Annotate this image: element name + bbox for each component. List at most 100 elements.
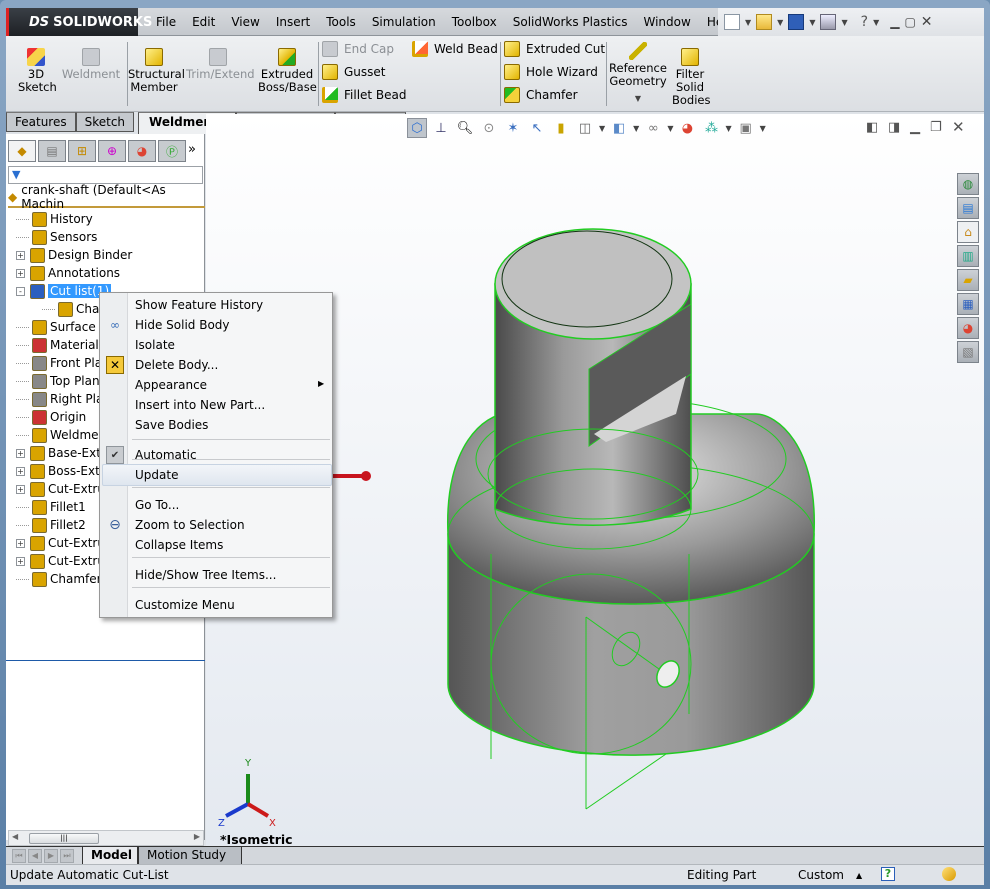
units-arrow-icon[interactable]: ▲ xyxy=(856,871,862,880)
menu-item-delete-body[interactable]: Delete Body... xyxy=(135,355,218,375)
dimxpert-manager-tab[interactable]: ⊕ xyxy=(98,140,126,162)
maximize-button[interactable]: ▢ xyxy=(904,15,915,29)
zoom-to-fit-icon[interactable]: 🔍︎ xyxy=(455,118,475,138)
crank-shaft-model[interactable] xyxy=(447,228,815,810)
menu-item-collapse-items[interactable]: Collapse Items xyxy=(135,535,223,555)
display-manager-tab[interactable]: ◕ xyxy=(128,140,156,162)
prev-tab-icon[interactable]: ◀ xyxy=(28,849,42,863)
edit-appearance-icon[interactable]: ◕ xyxy=(677,118,697,138)
tab-features[interactable]: Features xyxy=(6,112,76,132)
last-tab-icon[interactable]: ⏭ xyxy=(60,849,74,863)
display-style-icon[interactable]: ◧ xyxy=(609,118,629,138)
gusset-button[interactable]: Gusset xyxy=(322,64,386,80)
expand-icon[interactable]: + xyxy=(16,448,25,458)
first-tab-icon[interactable]: ⏮ xyxy=(12,849,26,863)
menu-view[interactable]: View xyxy=(223,15,267,29)
menu-item-update[interactable]: Update xyxy=(135,465,178,485)
expand-icon[interactable]: + xyxy=(16,466,25,476)
previous-view-icon[interactable]: ✶ xyxy=(503,118,523,138)
expand-icon[interactable]: + xyxy=(16,250,25,260)
weldment-button[interactable]: Weldment xyxy=(61,48,121,81)
home-icon[interactable]: ⌂ xyxy=(957,221,979,243)
tree-horizontal-scrollbar[interactable]: ◀ ||| ▶ xyxy=(8,830,204,846)
tab-model[interactable]: Model xyxy=(82,847,138,865)
tile-right-icon[interactable]: ◨ xyxy=(888,120,900,135)
open-dropdown[interactable]: ▼ xyxy=(777,18,783,27)
print-dropdown[interactable]: ▼ xyxy=(841,18,847,27)
dynamic-annotation-icon[interactable]: ▮ xyxy=(551,118,571,138)
scroll-left-icon[interactable]: ◀ xyxy=(12,832,18,841)
menu-item-customize-menu[interactable]: Customize Menu xyxy=(135,595,235,615)
zoom-to-area-icon[interactable]: ⊙ xyxy=(479,118,499,138)
view-settings-icon[interactable]: ◫ xyxy=(575,118,595,138)
view-palette-icon[interactable]: ▦ xyxy=(957,293,979,315)
tab-motion-study-1[interactable]: Motion Study 1 xyxy=(138,847,242,879)
minimize-button[interactable]: ▁ xyxy=(890,15,899,29)
tree-item[interactable]: + Annotations xyxy=(16,264,120,282)
filter-solid-bodies-button[interactable]: Filter Solid Bodies xyxy=(672,48,711,107)
solidworks-logo[interactable]: DS SOLIDWORKS xyxy=(6,8,152,36)
expand-icon[interactable]: + xyxy=(16,484,25,494)
hide-show-items-icon[interactable]: ∞ xyxy=(643,118,663,138)
tree-item[interactable]: History xyxy=(16,210,93,228)
units-selector[interactable]: Custom xyxy=(798,868,844,882)
3d-sketch-button[interactable]: 3D Sketch xyxy=(18,48,57,94)
menu-file[interactable]: File xyxy=(148,15,184,29)
menu-window[interactable]: Window xyxy=(636,15,699,29)
menu-item-appearance[interactable]: Appearance xyxy=(135,375,207,395)
fillet-bead-button[interactable]: Fillet Bead xyxy=(322,87,407,103)
print-icon[interactable] xyxy=(820,14,837,30)
tile-left-icon[interactable]: ◧ xyxy=(866,120,878,135)
tab-sketch[interactable]: Sketch xyxy=(75,112,135,132)
menu-solidworks-plastics[interactable]: SolidWorks Plastics xyxy=(505,15,636,29)
menu-toolbox[interactable]: Toolbox xyxy=(444,15,505,29)
menu-item-insert-into-new-part[interactable]: Insert into New Part... xyxy=(135,395,265,415)
quick-tips-icon[interactable]: ? xyxy=(881,867,895,881)
collapse-icon[interactable]: - xyxy=(16,286,25,296)
tree-filter[interactable]: ▼ xyxy=(8,166,203,184)
new-dropdown[interactable]: ▼ xyxy=(745,18,751,27)
open-icon[interactable] xyxy=(756,14,773,30)
chevron-down-icon[interactable]: ▼ xyxy=(725,124,731,133)
save-icon[interactable] xyxy=(788,14,805,30)
tree-item[interactable]: Fillet2 xyxy=(16,516,86,534)
design-library-icon[interactable]: ▥ xyxy=(957,245,979,267)
extruded-cut-button[interactable]: Extruded Cut xyxy=(504,41,605,57)
tree-root-part[interactable]: ◆ crank-shaft (Default<As Machin xyxy=(8,183,205,211)
menu-item-hide-solid-body[interactable]: Hide Solid Body xyxy=(135,315,230,335)
chevron-down-icon[interactable]: ▼ xyxy=(599,124,605,133)
community-forum-icon[interactable]: ▤ xyxy=(957,197,979,219)
more-tabs-icon[interactable]: » xyxy=(188,142,196,157)
tree-item[interactable]: + Design Binder xyxy=(16,246,132,264)
next-tab-icon[interactable]: ▶ xyxy=(44,849,58,863)
file-explorer-icon[interactable]: ▰ xyxy=(957,269,979,291)
view-setting-monitor-icon[interactable]: ▣ xyxy=(736,118,756,138)
expand-icon[interactable]: + xyxy=(16,556,25,566)
menu-item-automatic[interactable]: Automatic xyxy=(135,445,197,465)
menu-item-show-feature-history[interactable]: Show Feature History xyxy=(135,295,263,315)
tree-item[interactable]: Top Plane xyxy=(16,372,107,390)
structural-member-button[interactable]: Structural Member xyxy=(128,48,185,94)
scroll-right-icon[interactable]: ▶ xyxy=(194,832,200,841)
menu-tools[interactable]: Tools xyxy=(318,15,364,29)
chevron-down-icon[interactable]: ▼ xyxy=(608,92,668,105)
trim-extend-button[interactable]: Trim/Extend xyxy=(186,48,255,81)
view-orientation-icon[interactable]: ⬡ xyxy=(407,118,427,138)
solidworks-resources-icon[interactable]: ◍ xyxy=(957,173,979,195)
hole-wizard-button[interactable]: Hole Wizard xyxy=(504,64,598,80)
expand-icon[interactable]: + xyxy=(16,268,25,278)
menu-item-isolate[interactable]: Isolate xyxy=(135,335,175,355)
scroll-thumb[interactable]: ||| xyxy=(29,833,99,844)
menu-item-go-to[interactable]: Go To... xyxy=(135,495,179,515)
plastics-manager-tab[interactable]: Ⓟ xyxy=(158,140,186,162)
end-cap-button[interactable]: End Cap xyxy=(322,41,394,57)
expand-icon[interactable]: + xyxy=(16,538,25,548)
new-document-icon[interactable] xyxy=(724,14,740,30)
menu-insert[interactable]: Insert xyxy=(268,15,318,29)
chamfer-button[interactable]: Chamfer xyxy=(504,87,578,103)
menu-item-hide-show-tree-items[interactable]: Hide/Show Tree Items... xyxy=(135,565,276,585)
close-button[interactable]: ✕ xyxy=(921,14,933,30)
help-dropdown[interactable]: ▼ xyxy=(873,18,879,27)
tree-item[interactable]: Origin xyxy=(16,408,86,426)
tag-icon[interactable] xyxy=(942,867,956,881)
